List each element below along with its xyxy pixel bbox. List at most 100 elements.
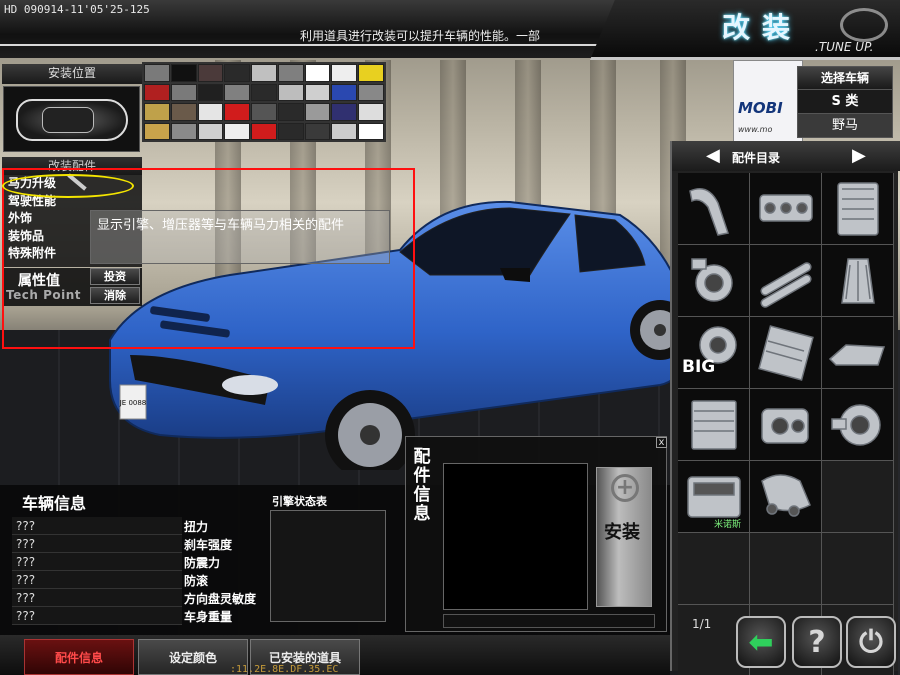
exhaust-manifold-icon <box>761 474 811 517</box>
close-icon[interactable]: x <box>656 437 667 448</box>
session-id: HD 090914-11'05'25-125 <box>4 3 150 16</box>
stat-value: ??? <box>12 589 182 607</box>
color-swatch[interactable] <box>251 83 277 101</box>
page-subtitle: .TUNE UP. <box>815 40 874 54</box>
debug-readout: :11.2E.8E.DF.35.EC <box>230 664 339 675</box>
color-swatch[interactable] <box>144 64 170 82</box>
color-swatch[interactable] <box>358 83 384 101</box>
color-swatch[interactable] <box>197 103 224 121</box>
camshaft-icon <box>760 262 812 308</box>
color-swatch[interactable] <box>251 103 277 121</box>
empty-part-slot <box>750 533 821 604</box>
tab-part-info[interactable]: 配件信息 <box>24 639 134 675</box>
color-swatch[interactable] <box>358 103 384 121</box>
parts-grid: BIG 米诺斯 <box>678 173 894 675</box>
big-label: BIG <box>682 357 716 377</box>
color-swatch[interactable] <box>170 103 197 121</box>
color-swatch[interactable] <box>224 64 251 82</box>
install-position-view[interactable] <box>3 86 140 152</box>
parts-catalog-panel: ◀ 配件目录 ▶ BIG 米诺斯 1/1 <box>670 141 900 675</box>
part-info-heading: 配件信息 <box>413 447 431 524</box>
engine-chart-heading: 引擎状态表 <box>272 495 327 508</box>
oil-pan-icon <box>828 344 886 366</box>
stat-label: 防滚 <box>184 574 209 588</box>
color-swatch[interactable] <box>251 64 277 82</box>
part-slot[interactable] <box>678 173 749 244</box>
catalog-prev-arrow-icon[interactable]: ◀ <box>706 145 720 166</box>
intercooler-icon <box>837 182 879 236</box>
color-swatch[interactable] <box>277 103 304 121</box>
color-swatch[interactable] <box>277 64 304 82</box>
color-swatch-palette <box>142 62 386 142</box>
color-swatch[interactable] <box>331 103 358 121</box>
color-swatch[interactable] <box>277 122 304 140</box>
part-slot[interactable] <box>750 173 821 244</box>
color-swatch[interactable] <box>304 122 331 140</box>
stat-label: 刹车强度 <box>184 538 233 552</box>
color-swatch[interactable] <box>331 122 358 140</box>
catalog-next-arrow-icon[interactable]: ▶ <box>852 145 866 166</box>
color-swatch[interactable] <box>358 122 384 140</box>
help-icon[interactable]: ? <box>792 616 842 668</box>
throttle-body-icon <box>691 258 733 302</box>
part-slot[interactable] <box>750 389 821 460</box>
stat-value: ??? <box>12 571 182 589</box>
stat-label: 扭力 <box>184 520 209 534</box>
empty-part-slot <box>678 533 749 604</box>
part-slot[interactable]: 米诺斯 <box>678 461 749 532</box>
color-swatch[interactable] <box>304 103 331 121</box>
sponsor-banner: MOBI www.mo <box>733 60 803 150</box>
intake-pipe-icon <box>689 188 729 236</box>
engine-chart <box>270 510 386 622</box>
part-slot[interactable] <box>750 317 821 388</box>
color-swatch[interactable] <box>197 83 224 101</box>
install-button[interactable]: + 安装 <box>596 467 652 607</box>
vehicle-selector-heading: 选择车辆 <box>798 67 892 89</box>
part-slot[interactable] <box>822 245 893 316</box>
color-swatch[interactable] <box>251 122 277 140</box>
color-swatch[interactable] <box>170 122 197 140</box>
part-slot[interactable] <box>822 173 893 244</box>
supercharger-icon <box>761 408 809 444</box>
part-slot[interactable] <box>678 245 749 316</box>
color-swatch[interactable] <box>144 83 170 101</box>
radiator-core-icon <box>758 325 814 381</box>
color-swatch[interactable] <box>197 122 224 140</box>
part-info-strip <box>443 614 655 628</box>
color-swatch[interactable] <box>170 83 197 101</box>
catalog-page-number: 1/1 <box>692 617 712 631</box>
part-slot[interactable] <box>822 389 893 460</box>
color-swatch[interactable] <box>304 83 331 101</box>
color-swatch[interactable] <box>197 64 224 82</box>
part-slot[interactable] <box>750 461 821 532</box>
color-swatch[interactable] <box>304 64 331 82</box>
color-swatch[interactable] <box>331 64 358 82</box>
catalog-header: ◀ 配件目录 ▶ <box>672 141 900 171</box>
ticker-message: 利用道具进行改装可以提升车辆的性能。一部 <box>300 29 541 43</box>
page-title: 改装 <box>722 11 803 44</box>
color-swatch[interactable] <box>224 122 251 140</box>
color-swatch[interactable] <box>144 122 170 140</box>
highlight-ellipse <box>2 174 134 198</box>
color-swatch[interactable] <box>144 103 170 121</box>
stat-value: ??? <box>12 535 182 553</box>
part-slot[interactable] <box>822 317 893 388</box>
oil-cooler-icon <box>691 400 737 450</box>
vehicle-model-option[interactable]: 野马 <box>798 113 892 137</box>
color-swatch[interactable] <box>170 64 197 82</box>
air-filter-icon <box>841 258 875 304</box>
color-swatch[interactable] <box>331 83 358 101</box>
stat-value: ??? <box>12 553 182 571</box>
turbocharger-icon <box>831 404 881 446</box>
part-slot[interactable]: BIG <box>678 317 749 388</box>
color-swatch[interactable] <box>358 64 384 82</box>
part-slot[interactable] <box>678 389 749 460</box>
part-slot[interactable] <box>750 245 821 316</box>
color-swatch[interactable] <box>224 103 251 121</box>
vehicle-selector: 选择车辆 S 类 野马 <box>797 66 893 138</box>
vehicle-class-option[interactable]: S 类 <box>798 89 892 113</box>
color-swatch[interactable] <box>224 83 251 101</box>
color-swatch[interactable] <box>277 83 304 101</box>
power-icon[interactable]: ⏻ <box>846 616 896 668</box>
back-arrow-icon[interactable]: ⬅ <box>736 616 786 668</box>
